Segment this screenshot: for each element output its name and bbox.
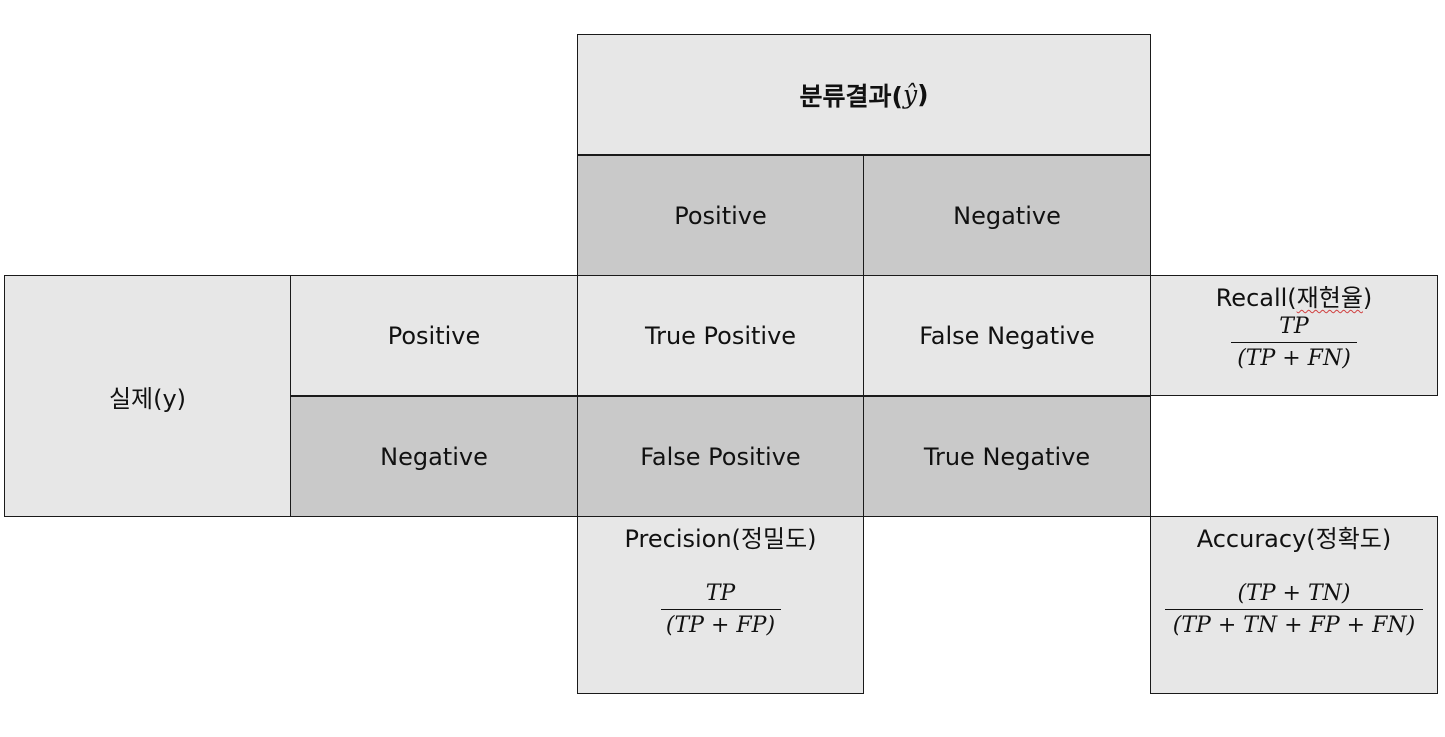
actual-header: 실제(y) (4, 275, 291, 517)
precision-denominator: (TP + FP) (660, 609, 781, 640)
recall-label-prefix: Recall( (1215, 284, 1297, 312)
precision-title: Precision(정밀도) (624, 525, 817, 553)
precision-numerator: TP (705, 580, 736, 606)
precision-cell: Precision(정밀도) TP (TP + FP) (577, 516, 864, 694)
true-positive-cell: True Positive (577, 275, 864, 396)
predicted-positive-header: Positive (577, 155, 864, 276)
predicted-header: 분류결과(ŷ) (577, 34, 1151, 155)
recall-cell: Recall(재현율) TP (TP + FN) (1150, 275, 1438, 396)
recall-numerator: TP (1279, 313, 1309, 339)
accuracy-numerator: (TP + TN) (1237, 580, 1351, 606)
recall-title: Recall(재현율) (1216, 284, 1373, 313)
true-negative-cell: True Negative (863, 396, 1151, 517)
accuracy-denominator: (TP + TN + FP + FN) (1165, 609, 1423, 640)
actual-positive-header: Positive (290, 275, 578, 396)
actual-negative-header: Negative (290, 396, 578, 517)
false-negative-cell: False Negative (863, 275, 1151, 396)
false-positive-cell: False Positive (577, 396, 864, 517)
accuracy-formula: (TP + TN) (TP + TN + FP + FN) (1165, 580, 1423, 640)
accuracy-cell: Accuracy(정확도) (TP + TN) (TP + TN + FP + … (1150, 516, 1438, 694)
recall-denominator: (TP + FN) (1231, 342, 1357, 373)
accuracy-title: Accuracy(정확도) (1196, 525, 1392, 553)
predicted-header-suffix: ) (917, 80, 929, 109)
predicted-negative-header: Negative (863, 155, 1151, 276)
y-hat-symbol: ŷ (902, 80, 918, 109)
predicted-header-prefix: 분류결과( (799, 81, 903, 111)
recall-label-suffix: ) (1362, 284, 1373, 312)
precision-formula: TP (TP + FP) (660, 580, 781, 640)
recall-formula: TP (TP + FN) (1231, 313, 1357, 373)
recall-label-korean: 재현율 (1296, 284, 1363, 312)
